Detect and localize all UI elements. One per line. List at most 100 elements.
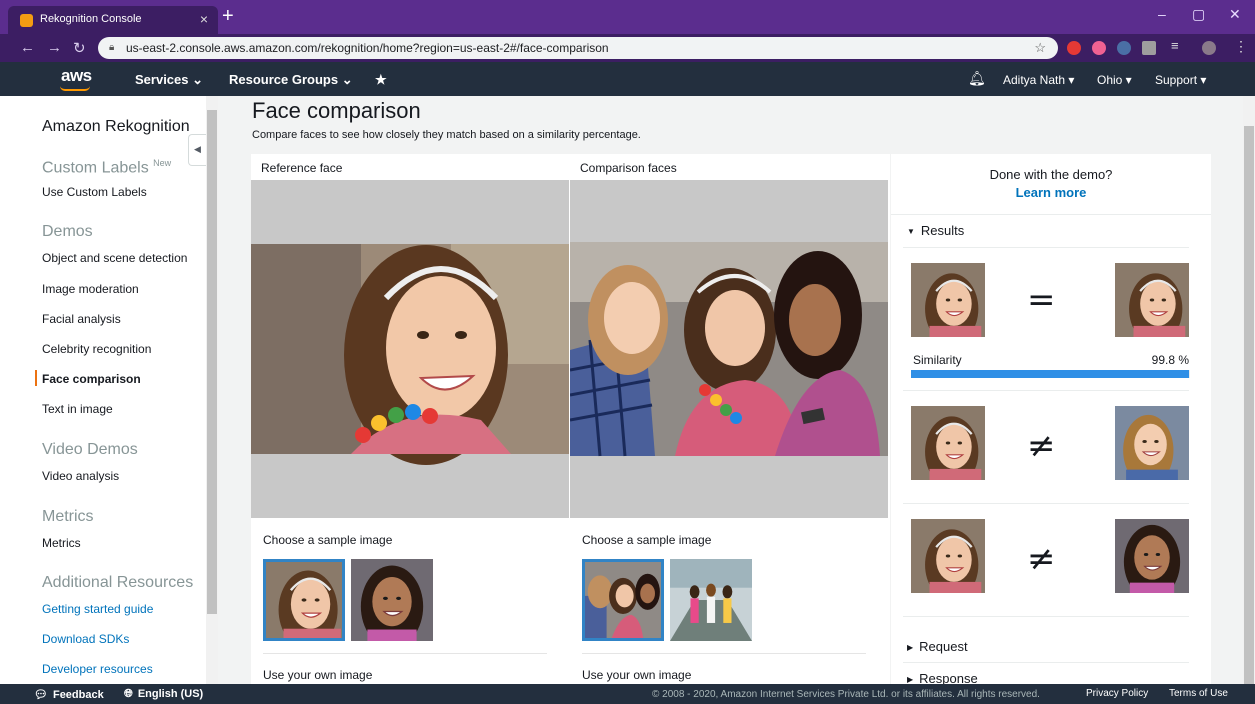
- non-matched-face-crop: [1115, 519, 1189, 593]
- not-equal-icon: ≠: [1027, 539, 1056, 579]
- footer: 💬︎ Feedback 🌐︎ English (US) © 2008 - 2020,…: [0, 684, 1255, 704]
- bell-icon[interactable]: 🔔︎: [968, 70, 986, 87]
- divider: [891, 214, 1211, 215]
- url-text: us-east-2.console.aws.amazon.com/rekogni…: [126, 41, 609, 55]
- comparison-faces-title: Comparison faces: [580, 161, 677, 175]
- caret-right-icon: ▶: [907, 643, 914, 652]
- request-toggle[interactable]: ▶ Request: [907, 639, 968, 654]
- extension-icon[interactable]: [1092, 41, 1106, 55]
- reference-face-crop: [911, 519, 985, 593]
- sidebar-item-use-custom-labels[interactable]: Use Custom Labels: [42, 185, 147, 199]
- divider: [263, 653, 547, 654]
- sidebar-item-metrics[interactable]: Metrics: [42, 536, 81, 550]
- browser-menu-icon[interactable]: ⋮: [1234, 38, 1248, 54]
- extension-icon[interactable]: [1142, 41, 1156, 55]
- matched-face-crop: [1115, 263, 1189, 337]
- aws-logo-smile: [60, 86, 90, 91]
- divider: [903, 390, 1189, 391]
- done-with-demo-text: Done with the demo?: [989, 167, 1113, 182]
- sidebar-item-image-moderation[interactable]: Image moderation: [42, 282, 139, 296]
- divider: [582, 653, 866, 654]
- collapse-sidebar-button[interactable]: ◀: [188, 134, 206, 166]
- browser-tab-bar: Rekognition Console × + – ▢ ✕: [0, 0, 1255, 34]
- results-toggle[interactable]: ▼ Results: [907, 223, 964, 238]
- globe-icon: 🌐︎: [124, 688, 133, 700]
- sidebar-item-video-analysis[interactable]: Video analysis: [42, 469, 119, 483]
- profile-avatar[interactable]: [1202, 41, 1216, 55]
- learn-more-link[interactable]: Learn more: [891, 185, 1211, 200]
- reference-face-crop: [911, 263, 985, 337]
- address-bar[interactable]: 🔒︎ us-east-2.console.aws.amazon.com/reko…: [98, 37, 1058, 59]
- tab-title: Rekognition Console: [40, 13, 142, 25]
- caret-right-icon: ▶: [907, 675, 914, 684]
- aws-navbar: aws Services ⌄ Resource Groups ⌄ ★ 🔔︎ Ad…: [0, 62, 1255, 96]
- sidebar-title[interactable]: Amazon Rekognition: [42, 118, 190, 136]
- comparison-image-area: [570, 180, 888, 518]
- sidebar-heading-demos: Demos: [42, 223, 93, 240]
- reading-list-icon[interactable]: ≡: [1171, 38, 1185, 53]
- lock-icon: 🔒︎: [109, 42, 115, 53]
- reference-face-crop: [911, 406, 985, 480]
- sidebar-item-text-in-image[interactable]: Text in image: [42, 402, 113, 416]
- sidebar-heading-video-demos: Video Demos: [42, 441, 138, 458]
- reference-image-area: [251, 180, 569, 518]
- sample-thumbnail-selected[interactable]: [263, 559, 345, 641]
- sidebar-item-celebrity-recognition[interactable]: Celebrity recognition: [42, 342, 151, 356]
- similarity-value: 99.8 %: [1151, 353, 1189, 367]
- region-menu[interactable]: Ohio ▾: [1097, 73, 1132, 87]
- sidebar-item-facial-analysis[interactable]: Facial analysis: [42, 312, 121, 326]
- aws-logo[interactable]: aws: [61, 66, 92, 86]
- sample-thumbnail[interactable]: [670, 559, 752, 641]
- resource-groups-menu[interactable]: Resource Groups ⌄: [229, 72, 353, 88]
- aws-favicon-icon: [20, 14, 33, 27]
- sidebar-item-download-sdks[interactable]: Download SDKs: [42, 632, 129, 646]
- choose-sample-title: Choose a sample image: [582, 533, 712, 547]
- services-menu[interactable]: Services ⌄: [135, 72, 203, 88]
- divider: [903, 616, 1189, 617]
- terms-of-use-link[interactable]: Terms of Use: [1169, 688, 1228, 699]
- support-menu[interactable]: Support ▾: [1155, 73, 1206, 87]
- browser-toolbar: ← → ↻ 🔒︎ us-east-2.console.aws.amazon.co…: [0, 34, 1255, 62]
- sidebar-heading-metrics: Metrics: [42, 508, 94, 525]
- new-badge: New: [153, 158, 172, 168]
- browser-tab[interactable]: Rekognition Console ×: [8, 6, 218, 34]
- tab-close-icon[interactable]: ×: [200, 11, 208, 27]
- bookmark-star-icon[interactable]: ☆: [1034, 40, 1046, 56]
- forward-icon[interactable]: →: [47, 39, 62, 56]
- sidebar-scrollbar[interactable]: [206, 96, 218, 684]
- sidebar-item-face-comparison[interactable]: Face comparison: [42, 372, 141, 386]
- sidebar-item-getting-started[interactable]: Getting started guide: [42, 602, 153, 616]
- not-equal-icon: ≠: [1027, 426, 1056, 466]
- sample-thumbnail-selected[interactable]: [582, 559, 664, 641]
- pin-icon[interactable]: ★: [375, 72, 387, 88]
- copyright-text: © 2008 - 2020, Amazon Internet Services …: [652, 689, 1040, 700]
- reference-face-title: Reference face: [261, 161, 343, 175]
- speech-bubble-icon: 💬︎: [34, 689, 48, 701]
- use-own-image-title: Use your own image: [582, 668, 692, 682]
- language-selector[interactable]: 🌐︎ English (US): [124, 688, 203, 701]
- user-menu[interactable]: Aditya Nath ▾: [1003, 73, 1074, 87]
- sidebar-heading-custom-labels: Custom Labels New: [42, 158, 172, 177]
- sidebar-item-object-scene-detection[interactable]: Object and scene detection: [42, 251, 187, 265]
- active-indicator: [35, 370, 37, 386]
- similarity-bar-fill: [911, 370, 1190, 378]
- extension-icon[interactable]: [1117, 41, 1131, 55]
- sidebar-item-developer-resources[interactable]: Developer resources: [42, 662, 153, 676]
- sidebar: Amazon Rekognition Custom Labels New Use…: [0, 96, 206, 684]
- new-tab-button[interactable]: +: [222, 5, 234, 28]
- back-icon[interactable]: ←: [20, 39, 35, 56]
- extension-icon[interactable]: [1067, 41, 1081, 55]
- feedback-link[interactable]: 💬︎ Feedback: [34, 688, 104, 701]
- divider: [903, 662, 1189, 663]
- sidebar-heading-additional-resources: Additional Resources: [42, 574, 194, 591]
- privacy-policy-link[interactable]: Privacy Policy: [1086, 688, 1148, 699]
- close-window-icon[interactable]: ✕: [1229, 6, 1241, 23]
- reload-icon[interactable]: ↻: [73, 39, 86, 57]
- maximize-icon[interactable]: ▢: [1192, 6, 1205, 23]
- page-description: Compare faces to see how closely they ma…: [252, 129, 641, 141]
- page-scrollbar[interactable]: [1243, 96, 1255, 686]
- minimize-icon[interactable]: –: [1158, 6, 1166, 22]
- similarity-bar: [911, 370, 1190, 378]
- divider: [903, 503, 1189, 504]
- sample-thumbnail[interactable]: [351, 559, 433, 641]
